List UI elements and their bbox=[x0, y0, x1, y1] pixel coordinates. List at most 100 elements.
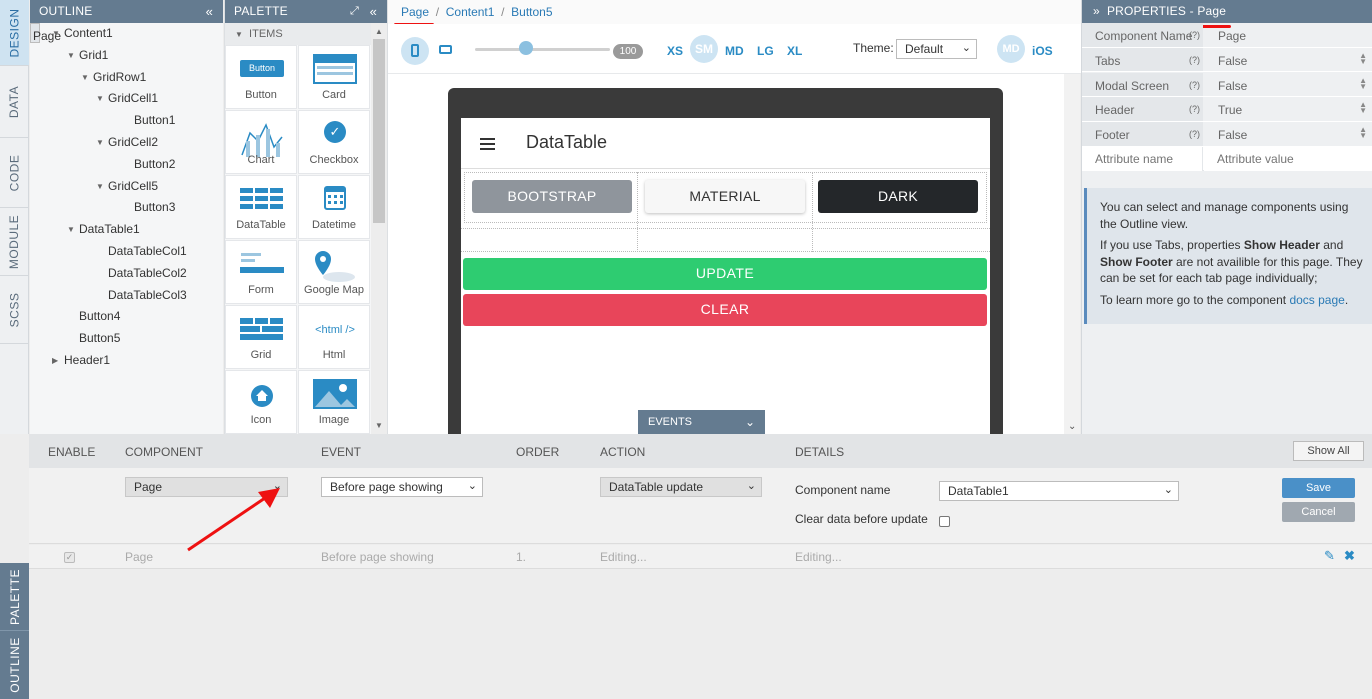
tab-scss[interactable]: SCSS bbox=[0, 276, 29, 344]
breadcrumb-button[interactable]: Button5 bbox=[511, 5, 552, 19]
help-icon[interactable]: (?) bbox=[1189, 80, 1200, 90]
clear-data-checkbox[interactable] bbox=[939, 516, 950, 527]
spinner-arrows-icon[interactable]: ▲ ▼ bbox=[1359, 51, 1367, 65]
tab-module[interactable]: MODULE bbox=[0, 208, 29, 276]
outline-node[interactable]: Button2 bbox=[30, 154, 236, 176]
hamburger-menu-icon[interactable] bbox=[480, 138, 495, 140]
show-all-button[interactable]: Show All bbox=[1293, 441, 1364, 461]
action-select[interactable]: DataTable update ⌄ bbox=[600, 477, 762, 497]
tab-design[interactable]: DESIGN bbox=[0, 0, 29, 66]
outline-node[interactable]: Button5 bbox=[30, 328, 236, 350]
expand-triangle-icon[interactable]: ▼ bbox=[96, 132, 104, 154]
palette-item[interactable]: Datetime bbox=[298, 175, 370, 239]
zoom-slider-thumb[interactable] bbox=[519, 41, 533, 55]
events-toggle[interactable]: EVENTS ⌄ bbox=[638, 410, 765, 434]
palette-item[interactable]: Card bbox=[298, 45, 370, 109]
breakpoint-xs[interactable]: XS bbox=[667, 44, 683, 58]
collapse-icon[interactable]: « bbox=[206, 0, 213, 23]
breakpoint-lg[interactable]: LG bbox=[757, 44, 774, 58]
outline-node[interactable]: ▼ GridCell2 bbox=[30, 132, 236, 154]
outline-node[interactable]: DataTableCol3 bbox=[30, 285, 236, 307]
breakpoint-xl[interactable]: XL bbox=[787, 44, 802, 58]
palette-item[interactable]: Icon bbox=[225, 370, 297, 434]
collapse-triangle-icon[interactable]: ▶ bbox=[52, 350, 58, 372]
outline-node[interactable]: Button1 bbox=[30, 110, 236, 132]
material-button[interactable]: MATERIAL bbox=[645, 180, 805, 213]
outline-node[interactable]: DataTableCol1 bbox=[30, 241, 236, 263]
spinner-arrows-icon[interactable]: ▲ ▼ bbox=[1359, 126, 1367, 140]
attribute-value-input[interactable] bbox=[1204, 147, 1372, 171]
attribute-name-input[interactable] bbox=[1082, 147, 1203, 171]
property-value[interactable]: False bbox=[1218, 128, 1247, 142]
expand-icon[interactable]: » bbox=[1093, 4, 1100, 18]
expand-triangle-icon[interactable]: ▼ bbox=[96, 176, 104, 198]
property-value[interactable]: False bbox=[1218, 54, 1247, 68]
bootstrap-button[interactable]: BOOTSTRAP bbox=[472, 180, 632, 213]
update-button[interactable]: UPDATE bbox=[463, 258, 987, 290]
outline-node[interactable]: ▼ GridCell1 bbox=[30, 88, 236, 110]
spinner-arrows-icon[interactable]: ▲ ▼ bbox=[1359, 101, 1367, 115]
palette-item[interactable]: ✓ Checkbox bbox=[298, 110, 370, 174]
scroll-up-icon[interactable]: ▲ bbox=[375, 27, 383, 36]
tab-code[interactable]: CODE bbox=[0, 138, 29, 208]
edit-pencil-icon[interactable]: ✎ bbox=[1324, 548, 1335, 564]
expand-triangle-icon[interactable]: ▼ bbox=[67, 219, 75, 241]
tab-data[interactable]: DATA bbox=[0, 66, 29, 138]
property-value[interactable]: Page bbox=[1218, 29, 1246, 43]
help-icon[interactable]: (?) bbox=[1189, 55, 1200, 65]
dark-button[interactable]: DARK bbox=[818, 180, 978, 213]
expand-triangle-icon[interactable]: ▼ bbox=[67, 45, 75, 67]
help-icon[interactable]: (?) bbox=[1189, 104, 1200, 114]
tab-palette[interactable]: PALETTE bbox=[0, 563, 29, 631]
palette-item[interactable]: Chart bbox=[225, 110, 297, 174]
docs-page-link[interactable]: docs page bbox=[1289, 293, 1344, 307]
outline-node[interactable]: Button4 bbox=[30, 306, 236, 328]
items-section-header[interactable]: ▼ ITEMS bbox=[225, 23, 371, 45]
breakpoint-md[interactable]: MD bbox=[725, 44, 744, 58]
phone-portrait-icon[interactable] bbox=[401, 37, 429, 65]
palette-scrollbar[interactable]: ▲ ▼ bbox=[371, 23, 387, 434]
outline-node[interactable]: ▼ GridRow1 bbox=[30, 67, 236, 89]
expand-triangle-icon[interactable]: ▼ bbox=[52, 23, 60, 45]
tab-outline[interactable]: OUTLINE bbox=[0, 631, 29, 699]
outline-node[interactable]: ▼ GridCell5 bbox=[30, 176, 236, 198]
help-icon[interactable]: (?) bbox=[1189, 129, 1200, 139]
clear-button[interactable]: CLEAR bbox=[463, 294, 987, 326]
property-value[interactable]: True bbox=[1218, 103, 1242, 117]
cancel-button[interactable]: Cancel bbox=[1282, 502, 1355, 522]
palette-item[interactable]: Grid bbox=[225, 305, 297, 369]
palette-item[interactable]: Google Map bbox=[298, 240, 370, 304]
theme-select[interactable]: Default ⌄ bbox=[896, 39, 977, 59]
delete-x-icon[interactable]: ✖ bbox=[1344, 548, 1355, 564]
save-button[interactable]: Save bbox=[1282, 478, 1355, 498]
outline-node[interactable]: Button3 bbox=[30, 197, 236, 219]
outline-node[interactable]: ▼ DataTable1 bbox=[30, 219, 236, 241]
platform-ios[interactable]: iOS bbox=[1032, 44, 1053, 58]
help-icon[interactable]: (?) bbox=[1189, 30, 1200, 40]
outline-node[interactable]: ▶ Header1 bbox=[30, 350, 236, 372]
palette-item[interactable]: Form bbox=[225, 240, 297, 304]
event-select[interactable]: Before page showing ⌄ bbox=[321, 477, 483, 497]
expand-arrows-icon[interactable]: ⤢ bbox=[350, 0, 359, 23]
palette-item[interactable]: <html /> Html bbox=[298, 305, 370, 369]
breakpoint-sm[interactable]: SM bbox=[690, 35, 718, 63]
expand-triangle-icon[interactable]: ▼ bbox=[96, 88, 104, 110]
scroll-down-icon[interactable]: ▼ bbox=[375, 421, 383, 430]
palette-item[interactable]: DataTable bbox=[225, 175, 297, 239]
palette-item[interactable]: Image bbox=[298, 370, 370, 434]
component-name-select[interactable]: DataTable1 ⌄ bbox=[939, 481, 1179, 501]
canvas-scrollbar[interactable]: ⌄ bbox=[1064, 74, 1080, 434]
outline-node[interactable]: ▼ Grid1 bbox=[30, 45, 236, 67]
palette-item[interactable]: Button Button bbox=[225, 45, 297, 109]
zoom-slider[interactable] bbox=[475, 48, 610, 51]
outline-node[interactable]: ▼ Content1 bbox=[30, 23, 236, 45]
scroll-down-icon[interactable]: ⌄ bbox=[1068, 421, 1076, 432]
breadcrumb-content[interactable]: Content1 bbox=[446, 5, 495, 19]
property-value[interactable]: False bbox=[1218, 79, 1247, 93]
phone-landscape-icon[interactable] bbox=[439, 45, 452, 54]
collapse-icon[interactable]: « bbox=[370, 0, 377, 23]
spinner-arrows-icon[interactable]: ▲ ▼ bbox=[1359, 76, 1367, 90]
expand-triangle-icon[interactable]: ▼ bbox=[81, 67, 89, 89]
enable-checkbox[interactable]: ✓ bbox=[64, 552, 75, 563]
breadcrumb-page[interactable]: Page bbox=[401, 5, 429, 19]
